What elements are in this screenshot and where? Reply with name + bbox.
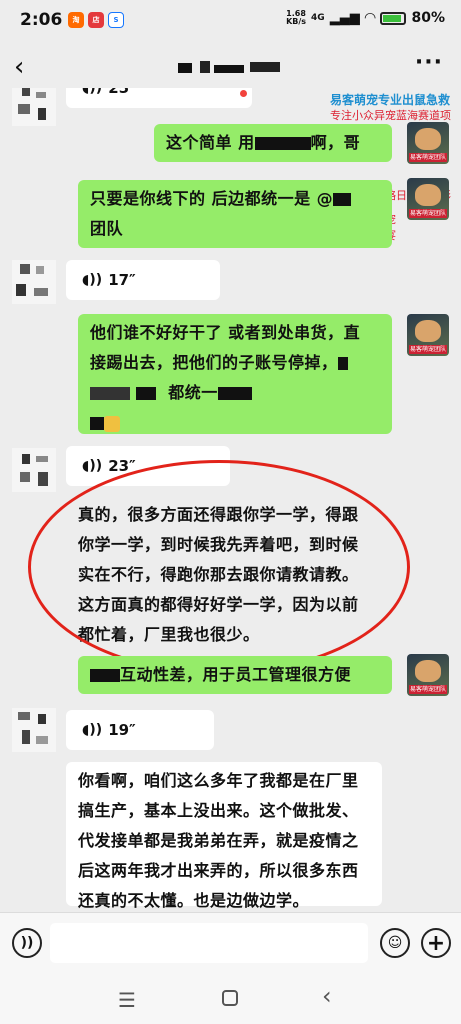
system-nav-bar: ☰ ‹	[0, 974, 461, 1024]
input-bar: )) ☺ +	[0, 912, 461, 974]
voice-wave-icon: ◖))	[82, 458, 103, 474]
voice-message[interactable]: ◖)) 17″	[66, 260, 220, 300]
taobao-icon: 淘	[68, 12, 84, 28]
chat-title-bar: ‹ ···	[0, 44, 461, 88]
voice-message[interactable]: ◖)) 19″	[66, 710, 214, 750]
received-message[interactable]: 你看啊，咱们这么多年了我都是在厂里 搞生产，基本上没出来。这个做批发、 代发接单…	[66, 762, 382, 910]
voice-icon[interactable]: ))	[12, 928, 42, 958]
contact-avatar[interactable]	[12, 88, 56, 126]
my-avatar[interactable]: 易客萌宠团队	[407, 654, 449, 696]
my-avatar[interactable]: 易客萌宠团队	[407, 122, 449, 164]
sent-message[interactable]: 互动性差，用于员工管理很方便	[78, 656, 392, 694]
wifi-icon: ◠	[364, 10, 376, 26]
contact-avatar[interactable]	[12, 448, 56, 492]
chat-area[interactable]: ◖)) 25″ 易客萌宠专业出鼠急救 专注小众异宠蓝海赛道项目 教学饲养攻略日常…	[0, 88, 461, 912]
home-icon[interactable]	[222, 990, 238, 1006]
back-icon[interactable]: ‹	[322, 982, 332, 1010]
emoji-icon	[104, 415, 120, 432]
app-s-icon: S	[108, 12, 124, 28]
status-time: 2:06	[20, 10, 63, 30]
contact-avatar[interactable]	[12, 708, 56, 752]
sent-message[interactable]: 他们谁不好好干了 或者到处串货，直 接踢出去，把他们的子账号停掉， 都统一	[78, 314, 392, 434]
emoji-icon[interactable]: ☺	[380, 928, 410, 958]
voice-message[interactable]: ◖)) 25″	[66, 88, 252, 108]
voice-wave-icon: ◖))	[82, 272, 103, 288]
notification-icons: 淘 店 S	[68, 12, 124, 28]
network-type: 4G	[311, 13, 325, 23]
voice-wave-icon: ◖))	[82, 722, 103, 738]
message-input[interactable]	[50, 923, 368, 963]
signal-icon: ▂▄▆	[329, 10, 360, 26]
my-avatar[interactable]: 易客萌宠团队	[407, 178, 449, 220]
my-avatar[interactable]: 易客萌宠团队	[407, 314, 449, 356]
contact-avatar[interactable]	[12, 260, 56, 304]
plus-icon[interactable]: +	[421, 928, 451, 958]
chat-title-redacted	[178, 61, 280, 73]
battery-level: 80%	[411, 10, 445, 26]
more-icon[interactable]: ···	[415, 50, 443, 75]
unread-dot	[240, 90, 247, 97]
battery-icon	[380, 11, 407, 25]
voice-wave-icon: ◖))	[82, 88, 103, 96]
network-speed: 1.68 KB/s	[286, 9, 307, 26]
sent-message[interactable]: 这个简单 用啊，哥	[154, 124, 392, 162]
status-bar: 2:06 淘 店 S 1.68 KB/s 4G ▂▄▆ ◠ 80%	[0, 0, 461, 44]
menu-icon[interactable]: ☰	[118, 988, 136, 1012]
sent-message[interactable]: 只要是你线下的 后边都统一是 @ 团队	[78, 180, 392, 248]
shop-icon: 店	[88, 12, 104, 28]
red-highlight-circle	[28, 460, 410, 674]
status-right: 1.68 KB/s 4G ▂▄▆ ◠ 80%	[286, 9, 445, 27]
chevron-left-icon[interactable]: ‹	[14, 52, 24, 82]
